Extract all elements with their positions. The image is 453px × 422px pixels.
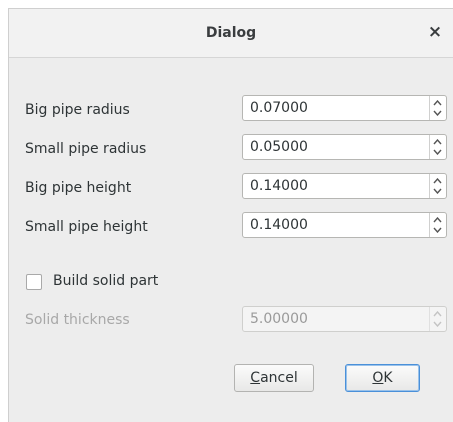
arrow-down-icon	[433, 188, 442, 194]
big-pipe-radius-label: Big pipe radius	[25, 102, 130, 118]
ok-label: K	[383, 370, 393, 386]
spin-arrows[interactable]	[429, 135, 446, 159]
cancel-button[interactable]: Cancel	[234, 364, 314, 392]
arrow-up-icon	[433, 139, 442, 145]
ok-button[interactable]: OK	[345, 364, 420, 392]
ok-mnemonic: O	[372, 370, 384, 386]
big-pipe-height-label: Big pipe height	[25, 180, 132, 196]
big-pipe-height-spinbox[interactable]: 0.14000	[242, 173, 447, 199]
close-icon[interactable]: ×	[425, 22, 445, 42]
solid-thickness-value: 5.00000	[250, 311, 308, 327]
small-pipe-height-spinbox[interactable]: 0.14000	[242, 212, 447, 238]
small-pipe-radius-spinbox[interactable]: 0.05000	[242, 134, 447, 160]
title-bar: Dialog ×	[9, 9, 453, 58]
small-pipe-radius-value[interactable]: 0.05000	[250, 139, 308, 155]
small-pipe-height-value[interactable]: 0.14000	[250, 217, 308, 233]
small-pipe-height-label: Small pipe height	[25, 219, 148, 235]
build-solid-part-label[interactable]: Build solid part	[53, 273, 158, 289]
dialog-window: Dialog × Big pipe radius 0.07000 Small p…	[8, 8, 453, 422]
solid-thickness-label: Solid thickness	[25, 312, 130, 328]
dialog-title: Dialog	[205, 25, 257, 41]
arrow-up-icon	[433, 311, 442, 317]
small-pipe-radius-label: Small pipe radius	[25, 141, 147, 157]
cancel-label: ancel	[260, 370, 298, 386]
arrow-up-icon	[433, 217, 442, 223]
arrow-down-icon	[433, 110, 442, 116]
big-pipe-radius-spinbox[interactable]: 0.07000	[242, 95, 447, 121]
spin-arrows[interactable]	[429, 96, 446, 120]
arrow-up-icon	[433, 100, 442, 106]
build-solid-part-checkbox[interactable]	[26, 274, 42, 290]
cancel-mnemonic: C	[250, 370, 261, 386]
spin-arrows	[429, 307, 446, 331]
big-pipe-radius-value[interactable]: 0.07000	[250, 100, 308, 116]
solid-thickness-spinbox: 5.00000	[242, 306, 447, 332]
arrow-down-icon	[433, 149, 442, 155]
spin-arrows[interactable]	[429, 213, 446, 237]
arrow-down-icon	[433, 321, 442, 327]
arrow-down-icon	[433, 227, 442, 233]
big-pipe-height-value[interactable]: 0.14000	[250, 178, 308, 194]
arrow-up-icon	[433, 178, 442, 184]
spin-arrows[interactable]	[429, 174, 446, 198]
